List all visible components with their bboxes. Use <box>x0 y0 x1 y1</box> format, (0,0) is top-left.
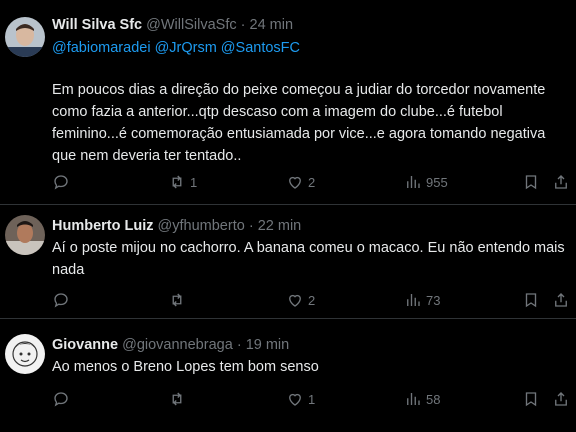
author-name[interactable]: Will Silva Sfc <box>52 17 142 33</box>
views-button[interactable]: 58 <box>404 387 440 411</box>
like-icon <box>289 294 301 307</box>
author-name[interactable]: Giovanne <box>52 337 118 353</box>
mention-link[interactable]: @SantosFC <box>221 40 300 56</box>
retweet-button[interactable] <box>168 288 190 312</box>
reply-button[interactable] <box>52 170 74 194</box>
share-button[interactable] <box>552 387 570 411</box>
author-name[interactable]: Humberto Luiz <box>52 218 154 234</box>
tweet-actions: 2 73 <box>0 288 576 312</box>
author-handle[interactable]: @giovannebraga <box>122 337 233 353</box>
like-count: 1 <box>308 391 316 407</box>
mention-link[interactable]: @JrQrsm <box>155 40 217 56</box>
share-button[interactable] <box>552 170 570 194</box>
tweet-text: Em poucos dias a direção do peixe começo… <box>52 82 546 164</box>
separator: · <box>240 17 246 33</box>
views-icon <box>407 393 420 405</box>
bookmark-button[interactable] <box>522 387 540 411</box>
tweet-header: Humberto Luiz @yfhumberto · 22 min <box>52 218 301 234</box>
mentions: @fabiomaradei @JrQrsm @SantosFC <box>52 40 304 56</box>
like-button[interactable]: 2 <box>286 170 315 194</box>
tweet[interactable]: Giovanne @giovannebraga · 19 min Ao meno… <box>0 319 576 432</box>
reply-button[interactable] <box>52 288 74 312</box>
like-button[interactable]: 2 <box>286 288 315 312</box>
avatar[interactable] <box>5 334 45 374</box>
retweet-button[interactable] <box>168 387 190 411</box>
views-icon <box>407 294 420 306</box>
retweet-button[interactable]: 1 <box>168 170 197 194</box>
reply-icon <box>54 175 68 190</box>
tweet-header: Will Silva Sfc @WillSilvaSfc · 24 min <box>52 17 293 33</box>
views-button[interactable]: 955 <box>404 170 448 194</box>
reply-icon <box>54 392 68 407</box>
author-handle[interactable]: @yfhumberto <box>158 218 245 234</box>
retweet-count: 1 <box>190 174 198 190</box>
share-button[interactable] <box>552 288 570 312</box>
retweet-icon <box>172 175 182 189</box>
timestamp[interactable]: 19 min <box>246 337 290 353</box>
avatar[interactable] <box>5 17 45 57</box>
views-icon <box>407 176 420 188</box>
share-icon <box>555 293 567 307</box>
timestamp[interactable]: 22 min <box>258 218 302 234</box>
author-handle[interactable]: @WillSilvaSfc <box>146 17 236 33</box>
retweet-icon <box>172 392 182 406</box>
like-icon <box>289 393 301 406</box>
mention-link[interactable]: @fabiomaradei <box>52 40 151 56</box>
avatar[interactable] <box>5 215 45 255</box>
like-count: 2 <box>308 292 316 308</box>
share-icon <box>555 392 567 406</box>
tweet[interactable]: Will Silva Sfc @WillSilvaSfc · 24 min @f… <box>0 0 576 205</box>
tweet-header: Giovanne @giovannebraga · 19 min <box>52 337 289 353</box>
timestamp[interactable]: 24 min <box>250 17 294 33</box>
separator: · <box>236 337 242 353</box>
tweet-text: Ao menos o Breno Lopes tem bom senso <box>52 359 319 375</box>
like-icon <box>289 176 301 189</box>
retweet-icon <box>172 293 182 307</box>
tweet[interactable]: Humberto Luiz @yfhumberto · 22 min Aí o … <box>0 205 576 319</box>
views-button[interactable]: 73 <box>404 288 440 312</box>
reply-button[interactable] <box>52 387 74 411</box>
views-count: 58 <box>426 391 441 407</box>
tweet-actions: 1 58 <box>0 387 576 411</box>
bookmark-icon <box>525 392 537 407</box>
bookmark-icon <box>525 293 537 308</box>
tweet-text: Aí o poste mijou no cachorro. A banana c… <box>52 240 565 278</box>
views-count: 73 <box>426 292 441 308</box>
like-count: 2 <box>308 174 316 190</box>
bookmark-button[interactable] <box>522 288 540 312</box>
tweet-actions: 1 2 955 <box>0 170 576 194</box>
bookmark-icon <box>525 175 537 190</box>
bookmark-button[interactable] <box>522 170 540 194</box>
separator: · <box>248 218 254 234</box>
views-count: 955 <box>426 174 448 190</box>
share-icon <box>555 175 567 189</box>
reply-icon <box>54 293 68 308</box>
like-button[interactable]: 1 <box>286 387 315 411</box>
